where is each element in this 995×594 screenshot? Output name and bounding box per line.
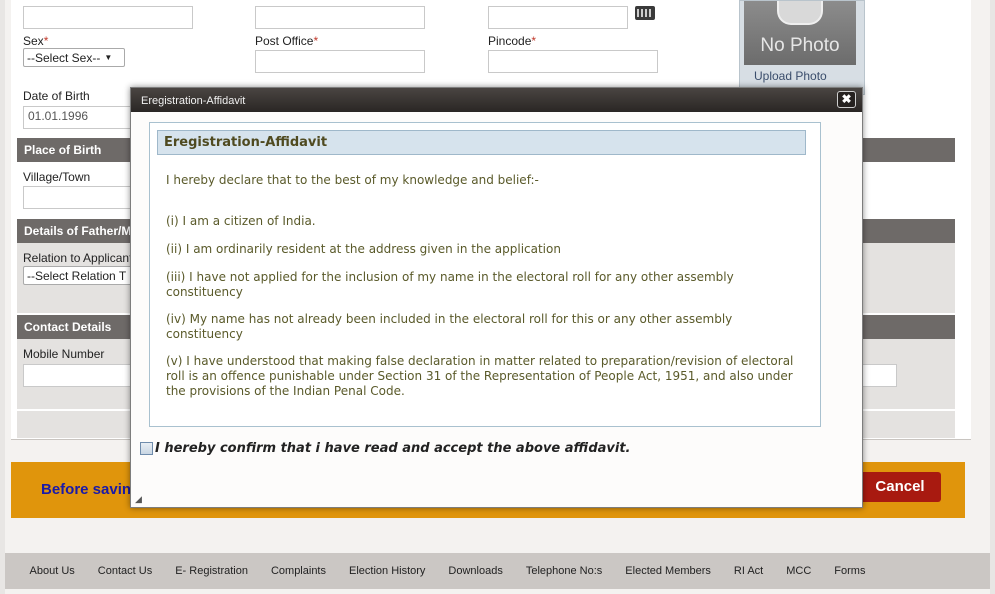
footer-nav: About Us Contact Us E- Registration Complai… — [5, 553, 990, 589]
affidavit-clause: (ii) I am ordinarily resident at the add… — [166, 242, 561, 256]
avatar — [777, 1, 823, 25]
pincode-field[interactable] — [488, 50, 658, 73]
footer-link[interactable]: Complaints — [271, 565, 326, 577]
sex-label: Sex* — [23, 34, 49, 48]
footer-link[interactable]: E- Registration — [175, 565, 248, 577]
street-field[interactable] — [255, 6, 425, 29]
affidavit-clause: (v) I have understood that making false … — [166, 354, 794, 398]
dialog-titlebar[interactable]: Eregistration-Affidavit ✖ — [131, 88, 862, 112]
before-saving-text: Before saving — [41, 481, 141, 498]
mobile-label: Mobile Number — [23, 347, 105, 361]
post-office-field[interactable] — [255, 50, 425, 73]
footer-link[interactable]: Election History — [349, 565, 425, 577]
no-photo-label: No Photo — [760, 35, 840, 56]
footer-link[interactable]: Forms — [834, 565, 865, 577]
keyboard-icon[interactable] — [635, 6, 655, 20]
pincode-label: Pincode* — [488, 34, 537, 48]
footer-link[interactable]: Contact Us — [98, 565, 152, 577]
close-icon[interactable]: ✖ — [837, 91, 856, 108]
confirm-label[interactable]: I hereby confirm that i have read and ac… — [155, 441, 630, 456]
photo-panel: No Photo Upload Photo — [739, 0, 865, 95]
dob-field[interactable]: 01.01.1996 — [23, 106, 143, 129]
affidavit-clause: (iv) My name has not already been includ… — [166, 312, 733, 341]
confirm-checkbox[interactable] — [140, 442, 153, 455]
footer-link[interactable]: RI Act — [734, 565, 763, 577]
footer-link[interactable]: About Us — [30, 565, 75, 577]
mobile-field[interactable] — [23, 364, 143, 387]
footer-link[interactable]: Elected Members — [625, 565, 711, 577]
affidavit-header: Eregistration-Affidavit — [157, 130, 806, 155]
relation-label: Relation to Applicant — [23, 251, 133, 265]
affidavit-intro: I hereby declare that to the best of my … — [166, 173, 539, 187]
dialog-title: Eregistration-Affidavit — [141, 95, 246, 107]
post-office-label: Post Office* — [255, 34, 319, 48]
affidavit-clause: (iii) I have not applied for the inclusi… — [166, 270, 734, 299]
affidavit-panel: Eregistration-Affidavit I hereby declare… — [149, 122, 821, 427]
name-field[interactable] — [23, 6, 193, 29]
relation-select[interactable]: --Select Relation T — [23, 266, 143, 285]
footer-link[interactable]: Telephone No:s — [526, 565, 602, 577]
affidavit-dialog: Eregistration-Affidavit ✖ Eregistration-… — [130, 87, 863, 508]
cancel-button[interactable]: Cancel — [859, 472, 941, 502]
dob-label: Date of Birth — [23, 89, 90, 103]
affidavit-clause: (i) I am a citizen of India. — [166, 214, 316, 228]
footer-link[interactable]: MCC — [786, 565, 811, 577]
village-label: Village/Town — [23, 170, 91, 184]
chevron-down-icon: ▼ — [104, 53, 113, 62]
village-field[interactable] — [23, 186, 143, 209]
footer-links: About Us Contact Us E- Registration Complai… — [5, 553, 990, 589]
confirm-row: I hereby confirm that i have read and ac… — [140, 441, 630, 456]
footer-link[interactable]: Downloads — [448, 565, 502, 577]
resize-grip-icon[interactable]: ◢ — [135, 494, 142, 505]
upload-photo-link[interactable]: Upload Photo — [754, 69, 827, 83]
sex-select[interactable]: --Select Sex-- ▼ — [23, 48, 125, 67]
photo-placeholder[interactable]: No Photo — [744, 1, 856, 65]
street-local-field[interactable] — [488, 6, 628, 29]
